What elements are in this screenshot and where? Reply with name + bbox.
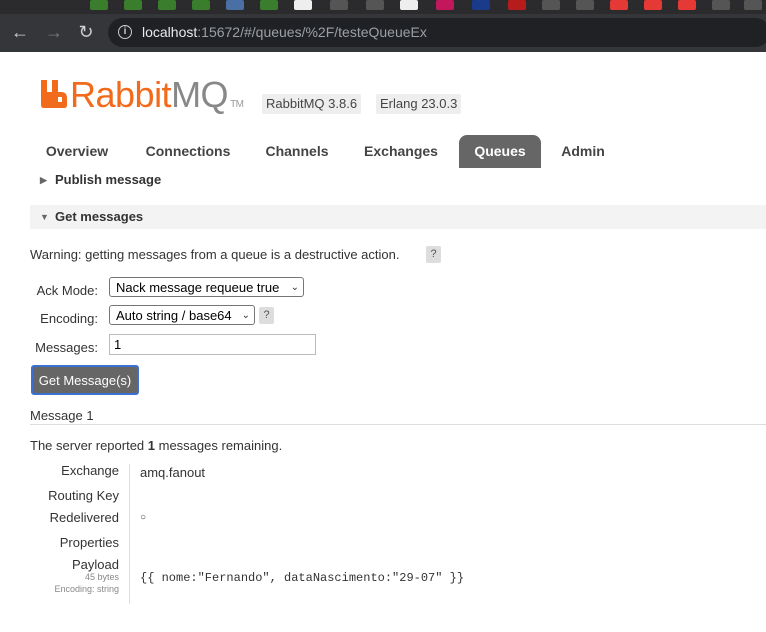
tab-channels[interactable]: Channels [256,135,338,168]
url-path: :15672/#/queues/%2F/testeQueueEx [197,24,427,40]
bookmark-icon[interactable] [576,0,594,10]
get-messages-title: Get messages [55,209,144,224]
bookmark-icon[interactable] [610,0,628,10]
warning-help-button[interactable]: ? [426,246,441,263]
payload-encoding: Encoding: string [54,584,119,594]
message-title: Message 1 [30,408,94,423]
bookmark-icon[interactable] [366,0,384,10]
exchange-label: Exchange [61,463,119,478]
bookmark-icon[interactable] [400,0,418,10]
bookmark-icon[interactable] [508,0,526,10]
tab-admin[interactable]: Admin [552,135,614,168]
server-text-pre: The server reported [30,438,148,453]
routing-key-label: Routing Key [48,488,119,503]
get-messages-button[interactable]: Get Message(s) [31,365,139,395]
address-bar[interactable]: i localhost:15672/#/queues/%2F/testeQueu… [108,18,766,47]
bookmark-icon[interactable] [124,0,142,10]
main-tabs: Overview Connections Channels Exchanges … [30,135,766,169]
bookmark-icon[interactable] [260,0,278,10]
redelivered-value: ○ [140,512,147,523]
server-reported-text: The server reported 1 messages remaining… [30,438,282,453]
remaining-count: 1 [147,438,156,453]
url-text: localhost:15672/#/queues/%2F/testeQueueE… [142,24,427,40]
encoding-value: Auto string / base64 [116,308,232,323]
bookmark-icon[interactable] [330,0,348,10]
erlang-badge: Erlang 23.0.3 [376,94,462,114]
logo-mq: MQ [171,74,229,115]
encoding-select[interactable]: Auto string / base64 ⌄ [109,305,255,325]
browser-toolbar: ← → ↻ i localhost:15672/#/queues/%2F/tes… [0,14,766,52]
tab-exchanges[interactable]: Exchanges [356,135,446,168]
bookmark-icon[interactable] [644,0,662,10]
expand-triangle-icon: ▶ [40,175,47,185]
url-host: localhost [142,24,198,40]
bookmark-icon[interactable] [226,0,244,10]
encoding-label: Encoding: [40,311,98,326]
tab-connections[interactable]: Connections [138,135,238,168]
reload-icon[interactable]: ↻ [76,22,96,42]
tab-overview[interactable]: Overview [36,135,118,168]
messages-count-input[interactable]: 1 [109,334,316,355]
redelivered-label: Redelivered [49,510,119,525]
info-icon[interactable]: i [118,25,132,39]
bookmark-icon[interactable] [90,0,108,10]
tab-queues[interactable]: Queues [459,135,541,168]
chevron-down-icon: ⌄ [241,310,250,321]
publish-message-title: Publish message [55,172,162,187]
publish-message-section[interactable]: ▶ Publish message [30,168,766,192]
logo-text: RabbitMQ TM [70,74,244,116]
chevron-down-icon: ⌄ [290,282,299,293]
back-arrow-icon[interactable]: ← [10,22,30,42]
properties-label: Properties [59,535,119,550]
payload-value: {{ nome:"Fernando", dataNascimento:"29-0… [140,571,465,585]
payload-label: Payload [72,557,119,572]
bookmark-icon[interactable] [542,0,560,10]
bookmark-icon[interactable] [294,0,312,10]
bookmark-icon[interactable] [436,0,454,10]
bookmark-icon[interactable] [158,0,176,10]
messages-label: Messages: [35,340,98,355]
rabbitmq-logo-icon [41,80,67,108]
ack-mode-select[interactable]: Nack message requeue true ⌄ [109,277,304,297]
logo-rabbit: Rabbit [70,74,172,115]
logo-tm: TM [230,99,244,110]
bookmarks-bar [0,0,766,14]
ack-mode-label: Ack Mode: [36,283,98,298]
exchange-value: amq.fanout [140,465,206,480]
forward-arrow-icon[interactable]: → [44,22,64,42]
encoding-help-button[interactable]: ? [259,307,274,324]
bookmark-icon[interactable] [472,0,490,10]
get-messages-section[interactable]: ▼ Get messages [30,205,766,229]
ack-mode-value: Nack message requeue true [116,280,280,295]
collapse-triangle-icon: ▼ [40,212,49,222]
payload-size: 45 bytes [84,572,119,582]
destructive-warning: Warning: getting messages from a queue i… [30,247,400,262]
bookmark-icon[interactable] [192,0,210,10]
details-divider [129,464,130,604]
version-badge: RabbitMQ 3.8.6 [262,94,362,114]
bookmark-icon[interactable] [678,0,696,10]
bookmark-icon[interactable] [712,0,730,10]
server-text-post: messages remaining. [155,438,283,453]
divider [30,424,766,425]
bookmark-icon[interactable] [744,0,762,10]
